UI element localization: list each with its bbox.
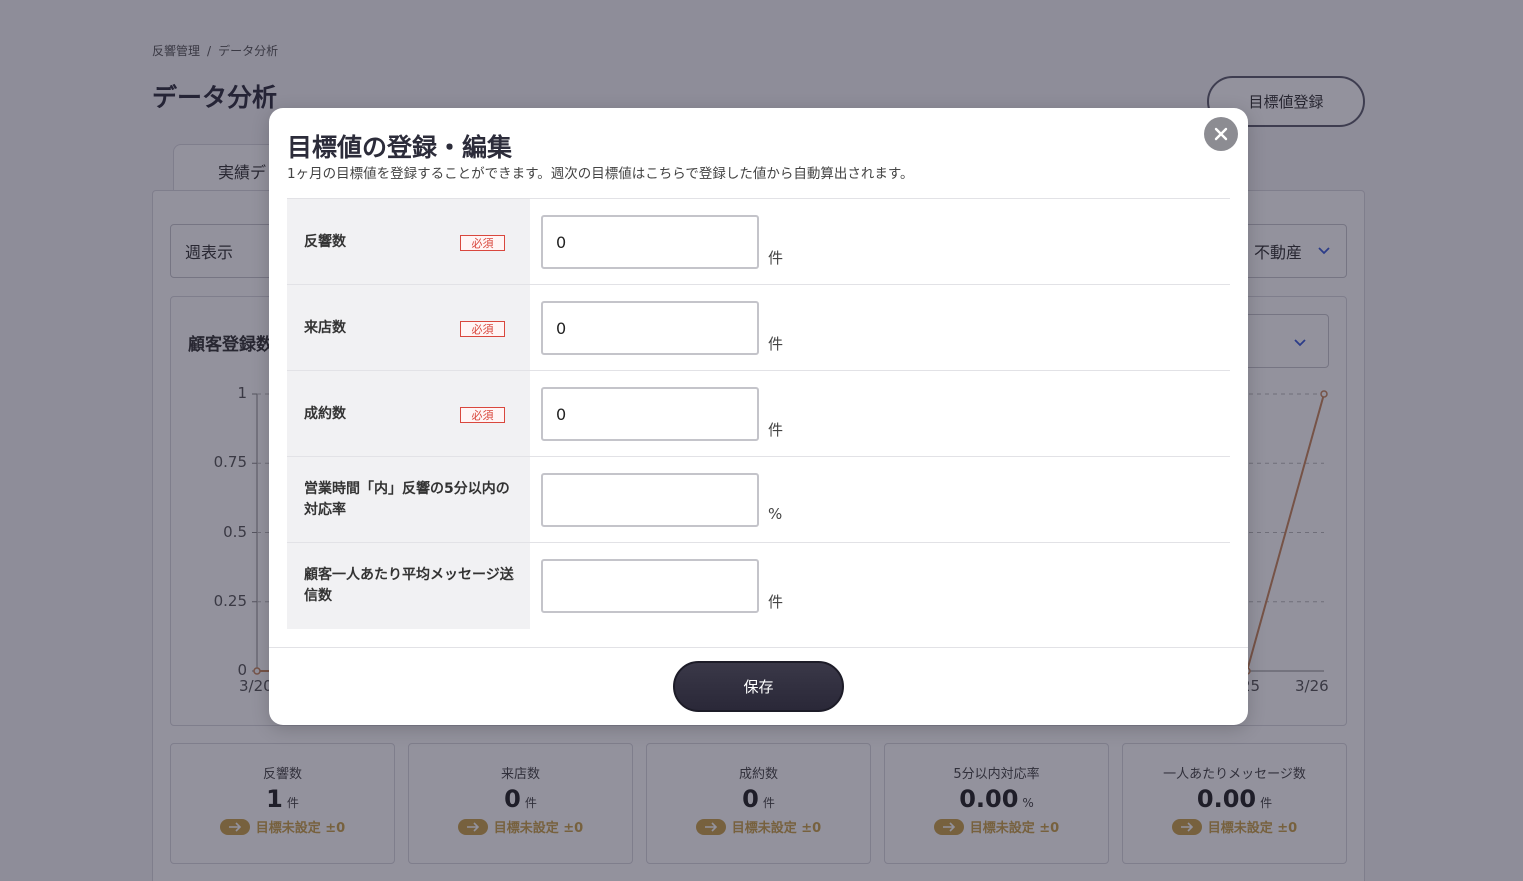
form-input-cell: 件 (530, 543, 1230, 629)
messages-input[interactable] (541, 559, 759, 613)
modal-title: 目標値の登録・編集 (287, 133, 513, 162)
form-row-responses: 反響数 必須 件 (287, 199, 1230, 285)
modal-footer: 保存 (269, 647, 1248, 725)
field-unit: 件 (768, 593, 784, 611)
responses-input[interactable] (541, 215, 759, 269)
form-row-contracts: 成約数 必須 件 (287, 371, 1230, 457)
required-badge: 必須 (460, 321, 505, 337)
form-label-cell: 反響数 必須 (287, 199, 530, 284)
required-badge: 必須 (460, 235, 505, 251)
form-label-cell: 営業時間「内」反響の5分以内の対応率 (287, 457, 530, 542)
form-input-cell: 件 (530, 199, 1230, 284)
form-input-cell: 件 (530, 285, 1230, 370)
form-input-cell: 件 (530, 371, 1230, 456)
modal-description: 1ヶ月の目標値を登録することができます。週次の目標値はこちらで登録した値から自動… (287, 166, 914, 182)
form-label-cell: 来店数 必須 (287, 285, 530, 370)
contracts-input[interactable] (541, 387, 759, 441)
required-badge: 必須 (460, 407, 505, 423)
form-label-cell: 顧客一人あたり平均メッセージ送信数 (287, 543, 530, 629)
visits-input[interactable] (541, 301, 759, 355)
field-unit: 件 (768, 249, 784, 267)
field-label: 顧客一人あたり平均メッセージ送信数 (304, 567, 514, 604)
form-label-cell: 成約数 必須 (287, 371, 530, 456)
field-unit: % (768, 505, 783, 523)
close-icon (1214, 127, 1228, 141)
target-edit-modal: 目標値の登録・編集 1ヶ月の目標値を登録することができます。週次の目標値はこちら… (269, 108, 1248, 725)
field-label: 営業時間「内」反響の5分以内の対応率 (304, 481, 510, 518)
field-unit: 件 (768, 335, 784, 353)
form-row-messages: 顧客一人あたり平均メッセージ送信数 件 (287, 543, 1230, 629)
response-rate-input[interactable] (541, 473, 759, 527)
form-row-visits: 来店数 必須 件 (287, 285, 1230, 371)
field-unit: 件 (768, 421, 784, 439)
form-row-response-rate: 営業時間「内」反響の5分以内の対応率 % (287, 457, 1230, 543)
target-form: 反響数 必須 件 来店数 必須 件 成約数 必須 (287, 198, 1230, 629)
close-button[interactable] (1204, 117, 1238, 151)
form-input-cell: % (530, 457, 1230, 542)
save-button[interactable]: 保存 (673, 661, 844, 712)
